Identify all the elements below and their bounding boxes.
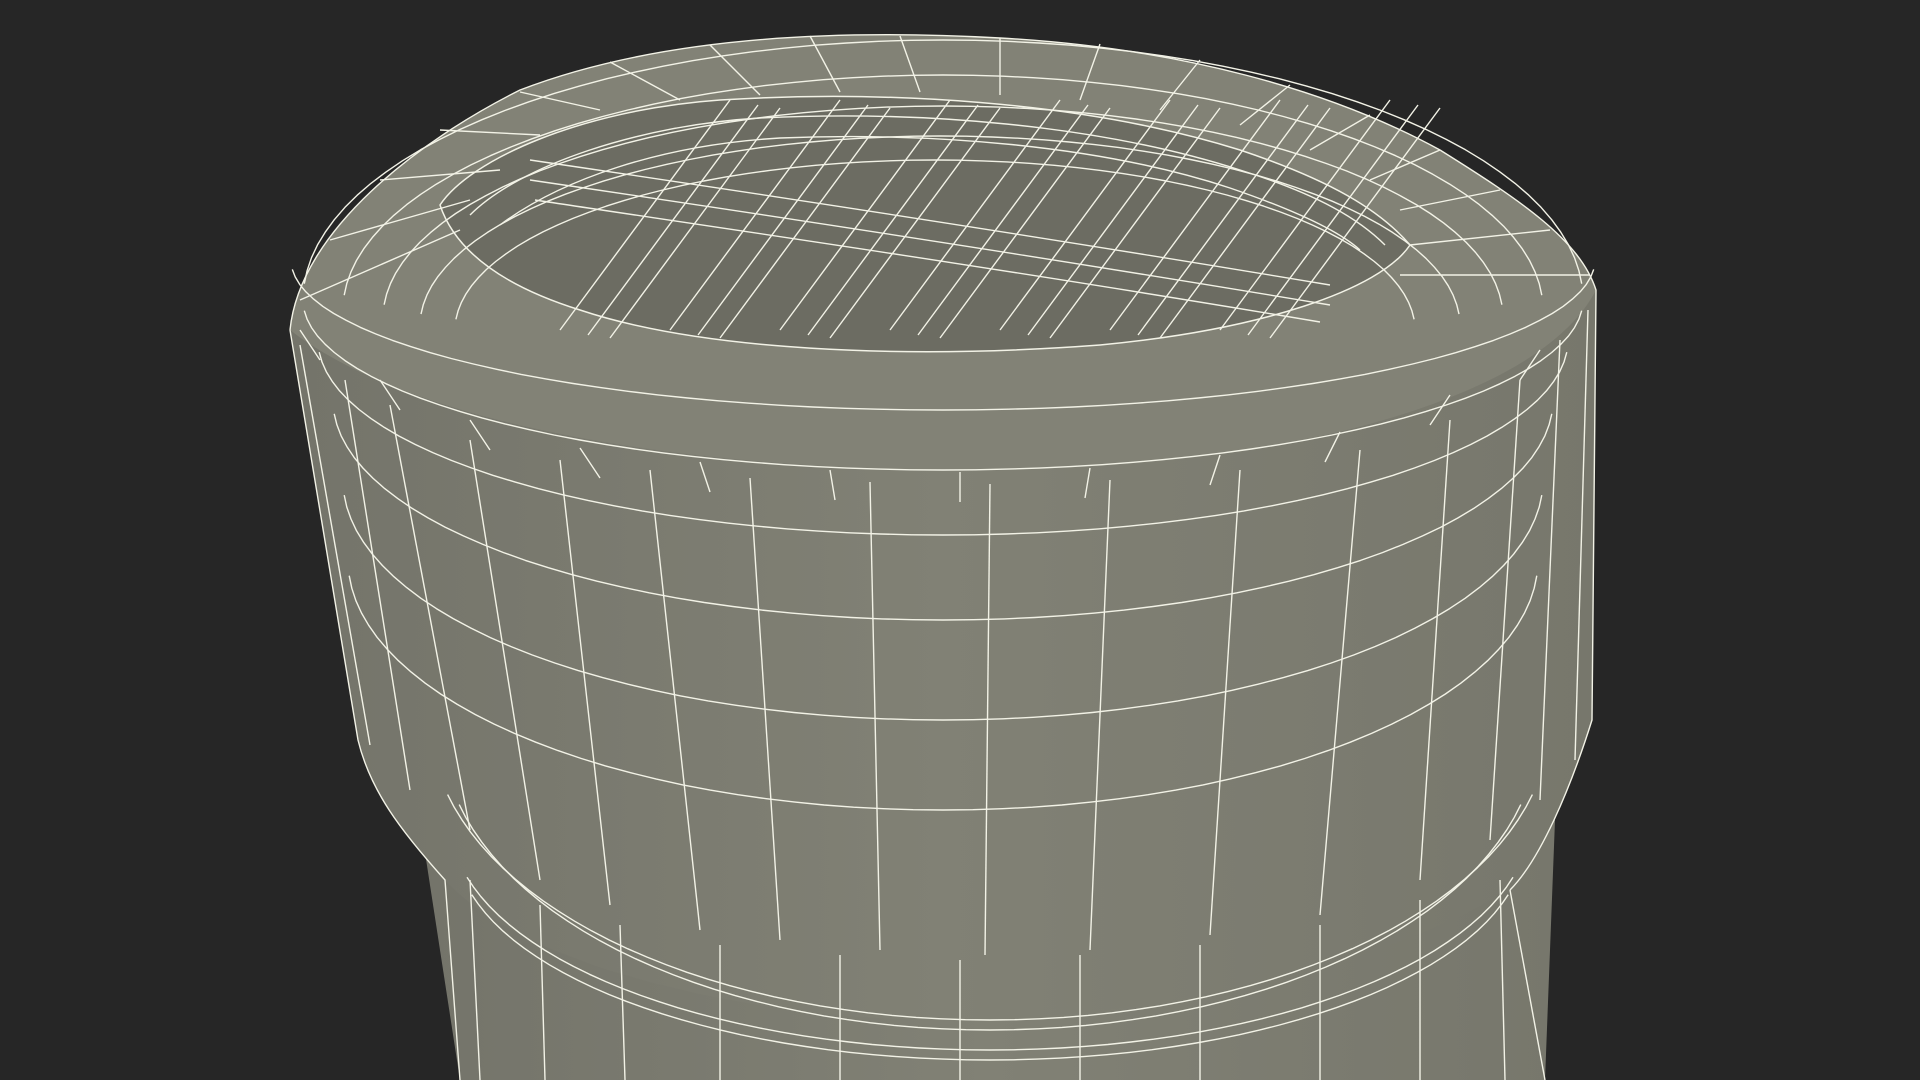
- render-viewport: [0, 0, 1920, 1080]
- wireframe-model: [289, 34, 1597, 1080]
